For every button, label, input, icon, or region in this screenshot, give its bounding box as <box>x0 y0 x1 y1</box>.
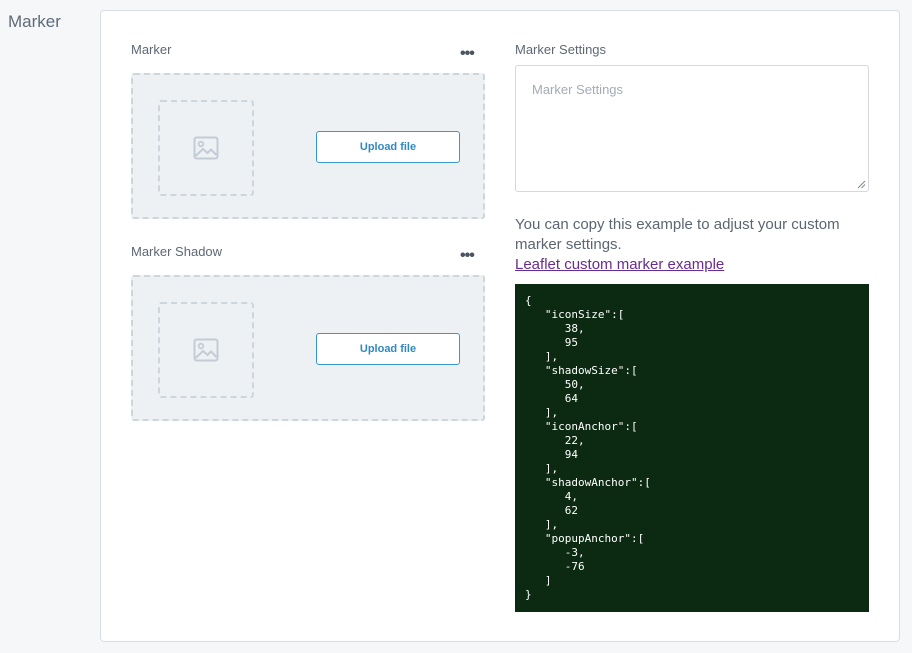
example-code-block: { "iconSize":[ 38, 95 ], "shadowSize":[ … <box>515 284 869 612</box>
code-line: } <box>525 588 532 601</box>
marker-shadow-more-menu-icon[interactable]: ••• <box>460 248 475 264</box>
code-line: ], <box>525 518 559 531</box>
code-line: 22, <box>525 434 585 447</box>
code-line: 62 <box>525 504 578 517</box>
code-line: "iconAnchor":[ <box>525 420 638 433</box>
code-line: 4, <box>525 490 578 503</box>
marker-shadow-upload-button[interactable]: Upload file <box>316 333 460 365</box>
marker-settings-placeholder: Marker Settings <box>532 82 624 97</box>
code-line: "popupAnchor":[ <box>525 532 645 545</box>
code-line: -76 <box>525 560 585 573</box>
image-placeholder-icon <box>193 338 219 362</box>
code-line: 95 <box>525 336 578 349</box>
marker-upload-button[interactable]: Upload file <box>316 131 460 163</box>
marker-shadow-label: Marker Shadow <box>131 244 223 259</box>
settings-help: You can copy this example to adjust your… <box>515 215 869 275</box>
code-line: "iconSize":[ <box>525 308 625 321</box>
marker-settings-textarea[interactable]: Marker Settings <box>515 65 869 192</box>
code-line: "shadowAnchor":[ <box>525 476 651 489</box>
code-line: 38, <box>525 322 585 335</box>
marker-settings-label: Marker Settings <box>515 42 607 57</box>
image-placeholder-icon <box>193 136 219 160</box>
code-line: ], <box>525 462 559 475</box>
marker-shadow-thumbnail <box>158 302 254 398</box>
code-line: 64 <box>525 392 578 405</box>
marker-more-menu-icon[interactable]: ••• <box>460 46 475 62</box>
code-line: -3, <box>525 546 585 559</box>
code-line: 94 <box>525 448 578 461</box>
leaflet-example-link[interactable]: Leaflet custom marker example <box>515 256 724 273</box>
code-line: ], <box>525 406 559 419</box>
marker-dropzone[interactable]: Upload file <box>131 73 485 219</box>
help-text: You can copy this example to adjust your… <box>515 216 840 253</box>
resize-handle-icon[interactable] <box>857 180 866 189</box>
marker-label: Marker <box>131 42 172 57</box>
code-line: ], <box>525 350 559 363</box>
code-line: ] <box>525 574 552 587</box>
marker-thumbnail <box>158 100 254 196</box>
marker-settings-card: Marker ••• Upload file Marker Shadow •••… <box>100 10 900 642</box>
code-line: { <box>525 294 532 307</box>
code-line: 50, <box>525 378 585 391</box>
code-line: "shadowSize":[ <box>525 364 638 377</box>
section-title: Marker <box>8 12 61 31</box>
marker-shadow-dropzone[interactable]: Upload file <box>131 275 485 421</box>
